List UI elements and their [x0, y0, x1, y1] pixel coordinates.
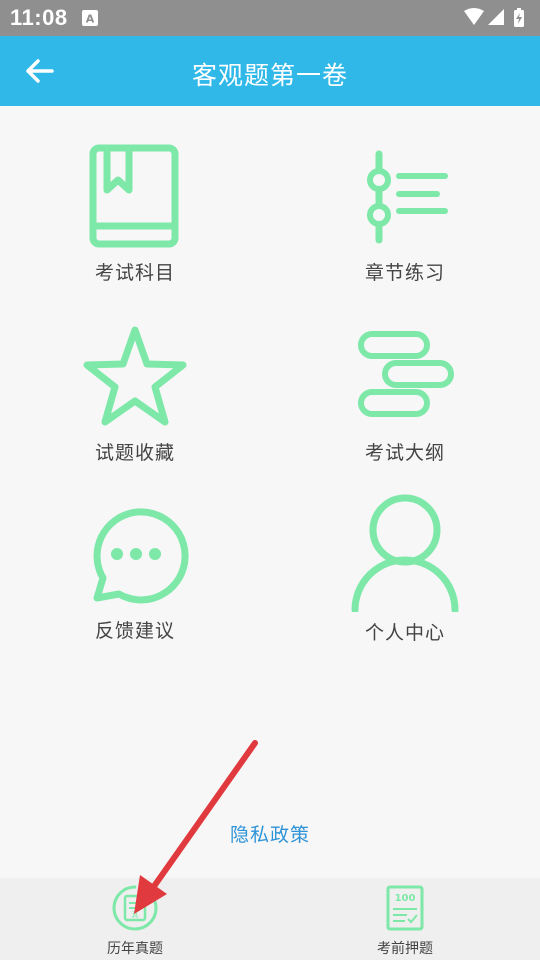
menu-item-label: 个人中心 — [364, 622, 445, 644]
svg-text:100: 100 — [395, 893, 416, 904]
outline-icon — [358, 331, 454, 417]
menu-item-label: 考试大纲 — [364, 442, 445, 464]
test-score-icon: 100 — [386, 885, 424, 931]
menu-item-exam-outline[interactable]: 考试大纲 — [305, 324, 505, 465]
menu-item-feedback[interactable]: 反馈建议 — [35, 502, 235, 643]
app-bar: 客观题第一卷 — [0, 36, 540, 106]
privacy-policy-link[interactable]: 隐私政策 — [0, 820, 540, 847]
system-status-icons — [464, 8, 524, 27]
menu-item-label: 试题收藏 — [94, 442, 175, 464]
menu-item-label: 章节练习 — [364, 262, 445, 284]
menu-item-favorites[interactable]: 试题收藏 — [35, 324, 235, 465]
star-icon — [83, 326, 187, 426]
exam-paper-icon: 真 — [112, 885, 158, 931]
chat-icon — [93, 508, 189, 604]
page-title: 客观题第一卷 — [191, 61, 348, 90]
tab-past-exams[interactable]: 真 历年真题 — [75, 884, 195, 958]
wifi-icon — [464, 8, 484, 25]
status-time: 11:08 — [10, 5, 68, 30]
tab-label: 历年真题 — [107, 941, 163, 957]
menu-item-personal-center[interactable]: 个人中心 — [305, 494, 505, 645]
tab-label: 考前押题 — [377, 941, 433, 957]
menu-item-chapter-practice[interactable]: 章节练习 — [305, 144, 505, 285]
signal-icon — [488, 9, 504, 25]
svg-text:A: A — [86, 13, 95, 26]
menu-item-exam-subject[interactable]: 考试科目 — [35, 144, 235, 285]
person-icon — [351, 494, 459, 612]
notification-a-icon: A — [82, 10, 98, 26]
list-icon — [367, 150, 448, 244]
status-bar: 11:08 A — [0, 0, 540, 36]
menu-item-label: 考试科目 — [94, 262, 175, 284]
bottom-tab-bar: 真 历年真题 100 考前押题 — [0, 878, 540, 960]
svg-text:真: 真 — [132, 910, 139, 919]
book-icon — [89, 144, 179, 248]
menu-item-label: 反馈建议 — [94, 620, 175, 642]
tab-pre-exam-predictions[interactable]: 100 考前押题 — [345, 884, 465, 958]
battery-icon — [514, 8, 524, 27]
